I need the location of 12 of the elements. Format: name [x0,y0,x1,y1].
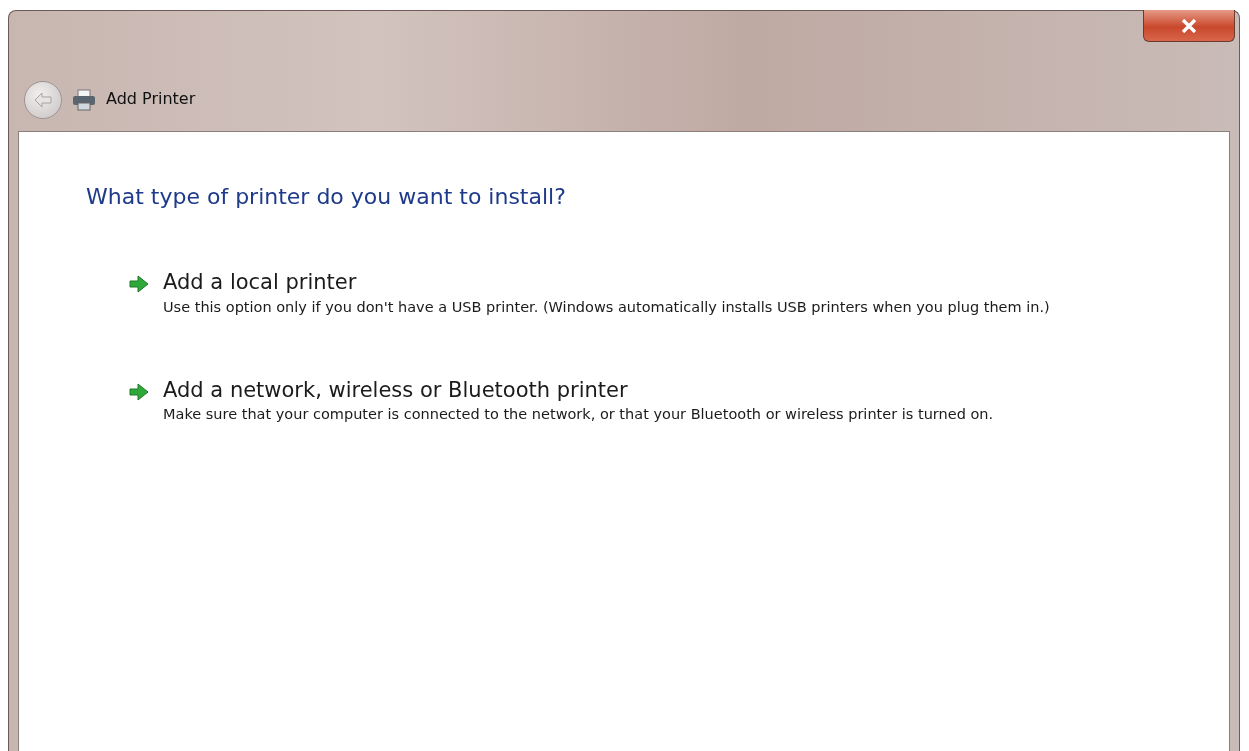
printer-icon [72,89,96,111]
arrow-icon [129,275,149,294]
close-icon [1181,18,1197,33]
back-arrow-icon [33,92,53,108]
option-description: Use this option only if you don't have a USB printer. (Windows automatically installs USB printers when you plug them in.) [163,297,1050,317]
option-link[interactable]: Add a network, wireless or Bluetooth printer [163,378,994,404]
close-button[interactable] [1143,10,1235,42]
page-heading: What type of printer do you want to install? [86,184,567,211]
option-link[interactable]: Add a local printer [163,270,1050,296]
option-description: Make sure that your computer is connected to the network, or that your Bluetooth or wireless printer is turned on. [163,405,994,425]
arrow-icon [129,383,149,402]
window-title: Add Printer [106,88,196,110]
